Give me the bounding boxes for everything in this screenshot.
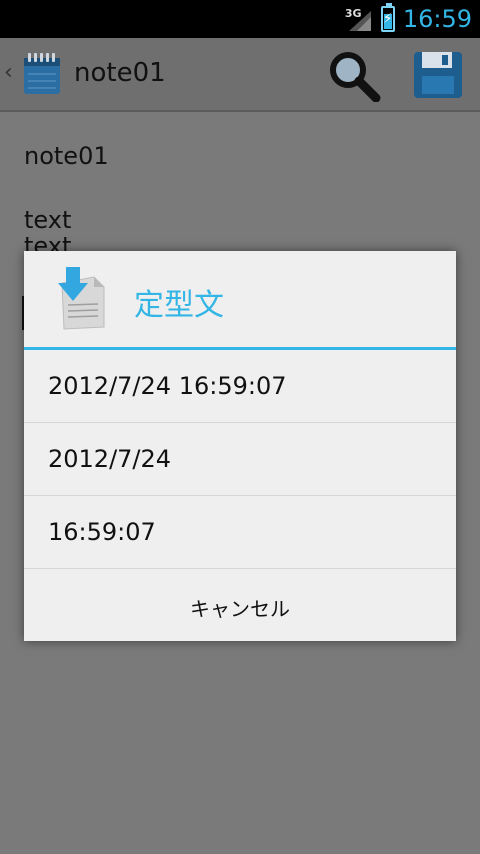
notepad-icon[interactable] [22, 52, 62, 96]
save-disk-icon[interactable] [412, 48, 464, 102]
dialog-title: 定型文 [134, 288, 224, 323]
note-text-line: text [24, 206, 72, 234]
list-item-label: 16:59:07 [48, 518, 156, 546]
back-caret-icon[interactable]: ‹ [4, 60, 13, 85]
note-title-line: note01 [24, 142, 109, 170]
insert-template-dialog: 定型文 2012/7/24 16:59:07 2012/7/24 16:59:0… [24, 251, 456, 641]
cancel-button-label: キャンセル [190, 597, 290, 621]
network-indicator: 3G [345, 5, 373, 33]
action-bar: ‹ note01 [0, 38, 480, 112]
list-item-label: 2012/7/24 [48, 445, 172, 473]
status-bar: 3G ⚡ 16:59 [0, 0, 480, 38]
page-title: note01 [74, 58, 166, 88]
dialog-header: 定型文 [24, 251, 456, 347]
list-item[interactable]: 2012/7/24 16:59:07 [24, 350, 456, 423]
search-icon[interactable] [326, 48, 382, 102]
list-item-label: 2012/7/24 16:59:07 [48, 372, 287, 400]
signal-icon [348, 11, 371, 31]
list-item[interactable]: 16:59:07 [24, 496, 456, 569]
battery-icon: ⚡ [380, 3, 395, 32]
clock: 16:59 [402, 5, 472, 33]
list-item[interactable]: 2012/7/24 [24, 423, 456, 496]
cancel-button[interactable]: キャンセル [24, 569, 456, 641]
insert-document-icon [58, 267, 105, 330]
status-icons: 3G ⚡ 16:59 [345, 0, 472, 38]
